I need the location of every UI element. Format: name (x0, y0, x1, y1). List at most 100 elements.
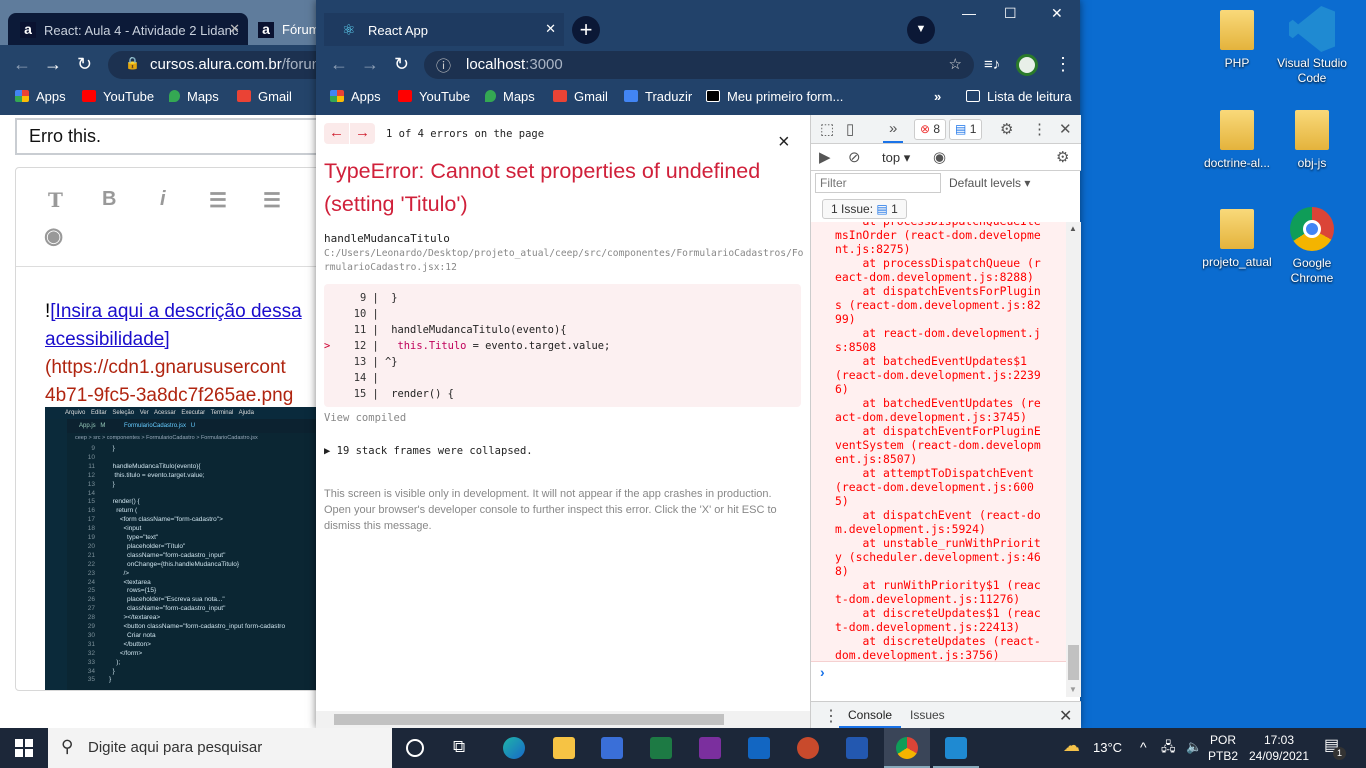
close-devtools-icon[interactable]: ✕ (1059, 120, 1072, 138)
bookmark-maps[interactable]: Maps (485, 89, 535, 104)
device-toggle-icon[interactable]: ▯ (846, 120, 854, 138)
more-tabs-icon[interactable]: » (883, 120, 904, 143)
close-window-icon[interactable]: ✕ (1051, 5, 1063, 22)
weather-temp[interactable]: 13°C (1093, 740, 1122, 756)
bookmark-gmail[interactable]: Gmail (237, 89, 292, 104)
close-overlay-button[interactable]: × (778, 131, 790, 154)
scrollbar-thumb[interactable] (1068, 645, 1079, 680)
bookmark-traduzir[interactable]: Traduzir (624, 89, 692, 104)
outlook-icon[interactable] (748, 737, 770, 759)
profile-avatar[interactable] (1016, 54, 1038, 76)
scrollbar-thumb[interactable] (334, 714, 724, 725)
reload-icon[interactable]: ↻ (394, 54, 409, 75)
tray-overflow-icon[interactable]: ^ (1140, 739, 1147, 755)
weather-icon[interactable]: ☁ (1063, 737, 1080, 754)
image-alt-link-cont[interactable]: acessibilidade] (45, 329, 170, 350)
filter-input[interactable] (815, 173, 941, 193)
live-expression-eye-icon[interactable]: ◉ (933, 148, 946, 166)
tab-console[interactable]: Console (839, 702, 902, 728)
editor-content[interactable]: ![Insira aqui a descrição dessa acessibi… (45, 298, 330, 410)
media-control-icon[interactable]: ≡♪ (984, 56, 1000, 73)
desktop-icon-doctrine[interactable]: doctrine-al... (1197, 110, 1277, 171)
eye-icon[interactable]: ◉ (44, 223, 63, 249)
desktop-icon-projeto-atual[interactable]: projeto_atual (1197, 209, 1277, 270)
sidebar-toggle-icon[interactable]: ▶ (819, 148, 831, 166)
desktop-icon-php[interactable]: PHP (1197, 10, 1277, 71)
italic-icon[interactable]: i (160, 188, 166, 211)
error-count-badge[interactable]: ⊗ 8 (914, 119, 947, 140)
volume-icon[interactable]: 🔈 (1186, 739, 1202, 755)
close-tab-icon[interactable]: ✕ (545, 21, 556, 37)
issues-button[interactable]: 1 Issue: ▤ 1 (822, 199, 907, 219)
close-drawer-icon[interactable]: ✕ (1059, 706, 1072, 726)
log-levels-dropdown[interactable]: Default levels ▾ (949, 176, 1030, 190)
bold-icon[interactable]: B (102, 188, 116, 211)
console-scrollbar[interactable]: ▲ ▼ (1066, 222, 1081, 697)
settings-icon[interactable]: ⚙ (1000, 120, 1013, 138)
context-select[interactable]: top ▾ (882, 150, 910, 166)
desktop-icon-chrome[interactable]: Google Chrome (1272, 207, 1352, 286)
next-error-button[interactable]: → (350, 123, 375, 144)
vscode-taskbar-button[interactable] (933, 728, 979, 768)
message-count-badge[interactable]: ▤ 1 (949, 119, 983, 140)
bookmark-youtube[interactable]: YouTube (398, 89, 470, 104)
back-icon[interactable]: ← (13, 54, 31, 75)
prev-error-button[interactable]: ← (324, 123, 349, 144)
address-bar[interactable]: 🔒cursos.alura.com.br/forum/c (108, 51, 330, 79)
taskbar-search[interactable]: ⚲ Digite aqui para pesquisar (48, 728, 392, 768)
tab-react-app[interactable]: ⚛ React App ✕ (324, 13, 564, 46)
drawer-menu-icon[interactable]: ⋮ (823, 706, 839, 726)
forward-icon[interactable]: → (361, 54, 379, 75)
clear-console-icon[interactable]: ⊘ (848, 148, 861, 166)
bookmark-apps[interactable]: Apps (15, 89, 66, 104)
edge-icon[interactable] (503, 737, 525, 759)
ordered-list-icon[interactable]: ☰ (209, 188, 227, 213)
bookmarks-overflow-button[interactable]: » (934, 89, 941, 104)
cortana-icon[interactable] (406, 739, 424, 757)
file-explorer-icon[interactable] (553, 737, 575, 759)
tab-react-aula[interactable]: a React: Aula 4 - Atividade 2 Lidanc ✕ (8, 13, 248, 46)
desktop-icon-vscode[interactable]: Visual Studio Code (1272, 6, 1352, 86)
onenote-icon[interactable] (699, 737, 721, 759)
tab-search-button[interactable]: ▼ (907, 16, 935, 44)
new-tab-button[interactable]: + (572, 16, 600, 44)
menu-icon[interactable]: ⋮ (1054, 54, 1072, 75)
star-icon[interactable]: ☆ (949, 55, 962, 73)
reading-list-button[interactable]: Lista de leitura (966, 89, 1072, 104)
store-icon[interactable] (601, 737, 623, 759)
chrome-taskbar-button[interactable] (884, 728, 930, 768)
bookmark-meu-primeiro-form[interactable]: Meu primeiro form... (706, 89, 843, 104)
bookmark-youtube[interactable]: YouTube (82, 89, 154, 104)
topic-title-input[interactable]: Erro this. (15, 118, 330, 155)
excel-icon[interactable] (650, 737, 672, 759)
console-prompt[interactable]: › (811, 662, 1066, 697)
error-file-path[interactable]: C:/Users/Leonardo/Desktop/projeto_atual/… (324, 247, 804, 275)
text-style-icon[interactable]: T (48, 188, 63, 212)
address-bar[interactable]: ⓘ localhost:3000 ☆ (424, 51, 974, 79)
clock[interactable]: 17:03 24/09/2021 (1248, 732, 1310, 764)
horizontal-scrollbar[interactable] (316, 711, 810, 728)
tab-forum[interactable]: a Fórum (255, 13, 320, 38)
scroll-up-icon[interactable]: ▲ (1069, 224, 1077, 233)
scroll-down-icon[interactable]: ▼ (1069, 685, 1077, 694)
collapsed-frames-toggle[interactable]: ▶ 19 stack frames were collapsed. (324, 445, 533, 457)
reload-icon[interactable]: ↻ (77, 54, 92, 75)
inspect-element-icon[interactable]: ⬚ (820, 120, 834, 138)
bookmark-apps[interactable]: Apps (330, 89, 381, 104)
language-indicator[interactable]: POR PTB2 (1208, 732, 1238, 764)
bookmark-gmail[interactable]: Gmail (553, 89, 608, 104)
word-icon[interactable] (846, 737, 868, 759)
desktop-icon-obj-js[interactable]: obj-js (1272, 110, 1352, 171)
forward-icon[interactable]: → (44, 54, 62, 75)
close-tab-icon[interactable]: ✕ (229, 21, 240, 37)
maximize-icon[interactable]: ☐ (1004, 5, 1017, 22)
network-icon[interactable]: 🖧 (1161, 739, 1176, 755)
console-settings-icon[interactable]: ⚙ (1056, 148, 1069, 166)
windows-start-icon[interactable] (15, 739, 33, 757)
more-menu-icon[interactable]: ⋮ (1032, 120, 1047, 138)
tab-issues[interactable]: Issues (910, 708, 945, 722)
minimize-icon[interactable]: — (962, 5, 976, 21)
view-compiled-link[interactable]: View compiled (324, 412, 406, 424)
powerpoint-icon[interactable] (797, 737, 819, 759)
notifications-icon[interactable]: ▤ 1 (1324, 738, 1346, 760)
